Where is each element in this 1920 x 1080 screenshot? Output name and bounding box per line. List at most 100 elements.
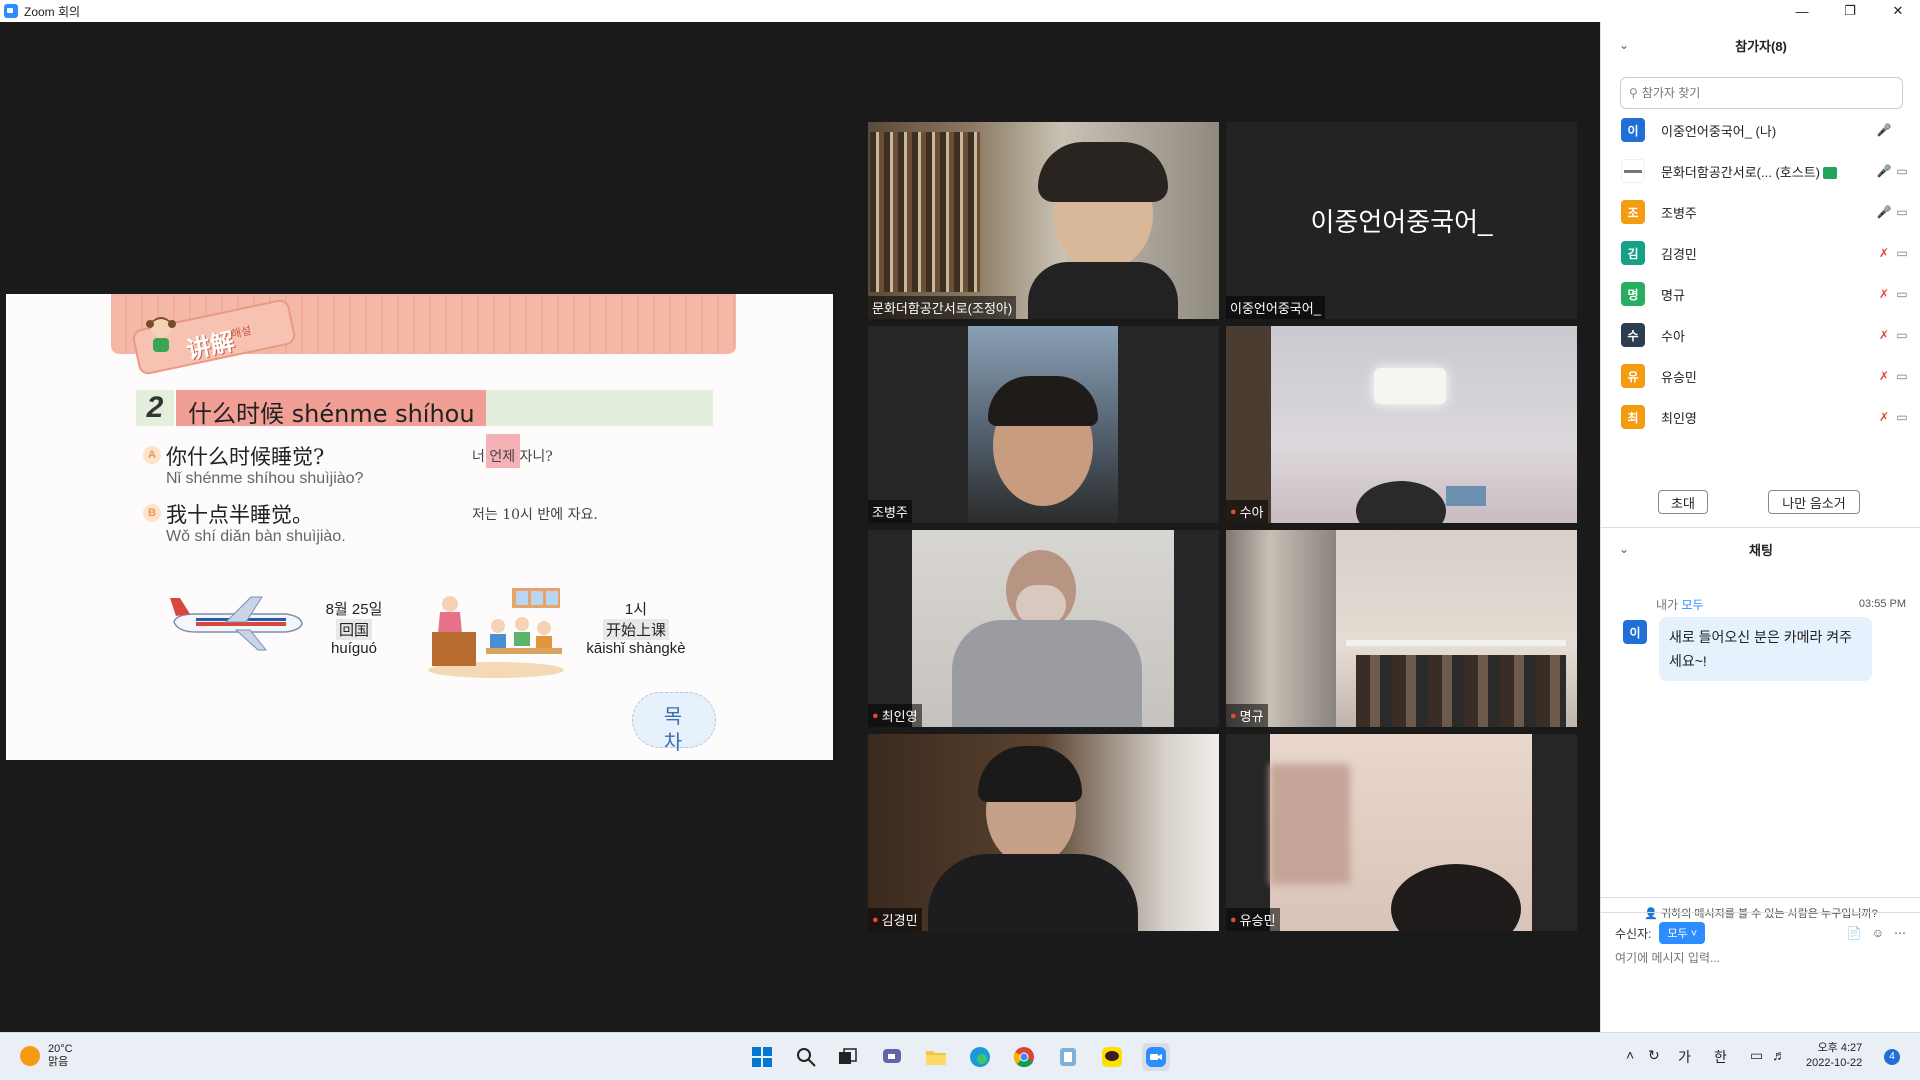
task-view-button[interactable] <box>834 1043 862 1071</box>
avatar: 조 <box>1621 200 1645 224</box>
video-off-icon[interactable]: ▭ <box>1893 367 1911 385</box>
mic-muted-icon: ● <box>872 709 879 722</box>
video-tile[interactable]: ● 수아 <box>1226 326 1577 523</box>
start-button[interactable] <box>748 1043 776 1071</box>
sentence-a-chinese: 你什么时候睡觉? <box>166 445 325 469</box>
mic-muted-icon[interactable]: ✗ <box>1875 244 1893 262</box>
video-off-icon[interactable]: ▭ <box>1893 203 1911 221</box>
invite-button[interactable]: 초대 <box>1658 490 1708 514</box>
search-icon <box>797 1048 816 1067</box>
chrome-button[interactable] <box>1010 1043 1038 1071</box>
participant-body <box>952 620 1142 727</box>
video-tile[interactable]: ● 명규 <box>1226 530 1577 727</box>
restore-button[interactable]: ❐ <box>1830 0 1870 22</box>
file-icon[interactable]: 📄 <box>1847 926 1862 940</box>
monitor-icon[interactable]: ▭ <box>1750 1047 1763 1064</box>
chrome-icon <box>1013 1047 1034 1068</box>
app-button[interactable] <box>1054 1043 1082 1071</box>
kakaotalk-icon <box>1102 1047 1122 1067</box>
participant-body <box>1028 262 1178 319</box>
video-tile[interactable]: ● 유승민 <box>1226 734 1577 931</box>
badge-b: B <box>143 504 161 522</box>
video-tile[interactable]: ● 최인영 <box>868 530 1219 727</box>
participant-search-input[interactable] <box>1641 86 1892 100</box>
tile-name-label: ● 유승민 <box>1226 908 1280 931</box>
participant-row[interactable]: 명 명규 ✗ ▭ <box>1621 281 1911 307</box>
ime-ga[interactable]: 가 <box>1678 1047 1691 1067</box>
participant-row[interactable]: 조 조병주 🎤 ▭ <box>1621 199 1911 225</box>
chat-recipient-link[interactable]: 모두 <box>1681 598 1703 612</box>
chat-sender: 내가 <box>1656 598 1679 612</box>
meeting-stage: 讲解 해설 2 什么时候 shénme shíhou A 你什么时候睡觉? Nǐ… <box>0 22 1600 1032</box>
mute-me-button[interactable]: 나만 음소거 <box>1768 490 1860 514</box>
classroom-icon <box>428 588 564 678</box>
airplane-icon <box>170 596 303 651</box>
speaker-icon[interactable]: ♬ <box>1772 1047 1786 1063</box>
weather-temp: 20°C <box>48 1043 73 1055</box>
participant-row[interactable]: 유 유승민 ✗ ▭ <box>1621 363 1911 389</box>
participant-name: 문화더함공간서로(... (호스트) <box>1661 162 1875 181</box>
blurred-object <box>1270 764 1350 884</box>
participant-name: 김경민 <box>1661 246 1697 262</box>
participant-body <box>928 854 1138 931</box>
video-tile[interactable]: 이중언어중국어_ 이중언어중국어_ <box>1226 122 1577 319</box>
sync-icon[interactable]: ↻ <box>1648 1047 1660 1064</box>
clock[interactable]: 오후 4:27 2022-10-22 <box>1806 1041 1862 1071</box>
emoji-icon[interactable]: ☺ <box>1872 926 1884 940</box>
mic-icon[interactable]: 🎤 <box>1875 162 1893 180</box>
participant-name: 수아 <box>1661 328 1685 344</box>
mic-muted-icon[interactable]: ✗ <box>1875 408 1893 426</box>
participant-name: 조병주 <box>1661 205 1697 221</box>
mic-icon[interactable]: 🎤 <box>1875 121 1893 139</box>
recipient-select[interactable]: 모두 ˅ <box>1659 922 1706 944</box>
participant-search[interactable]: ⚲ <box>1620 77 1903 109</box>
windows-logo-icon <box>752 1047 772 1067</box>
video-off-icon[interactable]: ▭ <box>1893 285 1911 303</box>
face-mask <box>1016 585 1066 625</box>
mic-muted-icon[interactable]: ✗ <box>1875 285 1893 303</box>
participant-name: 유승민 <box>1661 369 1697 385</box>
kakaotalk-button[interactable] <box>1098 1043 1126 1071</box>
weather-widget[interactable]: 20°C 맑음 <box>20 1043 73 1069</box>
ime-han[interactable]: 한 <box>1714 1047 1727 1067</box>
minimize-button[interactable]: — <box>1782 0 1822 22</box>
zoom-taskbar-button[interactable] <box>1142 1043 1170 1071</box>
close-button[interactable]: ✕ <box>1878 0 1918 22</box>
mic-muted-icon[interactable]: ✗ <box>1875 367 1893 385</box>
mic-icon[interactable]: 🎤 <box>1875 203 1893 221</box>
participant-row[interactable]: 문화더함공간서로(... (호스트) 🎤 ▭ <box>1621 158 1911 184</box>
folder-icon <box>926 1051 946 1065</box>
avatar <box>1621 159 1645 183</box>
video-off-icon[interactable]: ▭ <box>1893 162 1911 180</box>
video-off-icon[interactable]: ▭ <box>1893 326 1911 344</box>
chat-icon <box>883 1049 901 1063</box>
video-tile[interactable]: 문화더함공간서로(조정아) <box>868 122 1219 319</box>
avatar: 명 <box>1621 282 1645 306</box>
search-button[interactable] <box>792 1043 820 1071</box>
notification-badge[interactable]: 4 <box>1884 1049 1900 1065</box>
chat-tools: 📄 ☺ ⋯ <box>1847 926 1906 940</box>
chat-message-bubble: 새로 들어오신 분은 카메라 켜주세요~! <box>1659 617 1872 681</box>
image2-time: 1시 <box>624 601 648 618</box>
teams-chat-button[interactable] <box>878 1043 906 1071</box>
edge-button[interactable] <box>966 1043 994 1071</box>
avatar: 최 <box>1621 405 1645 429</box>
participant-row[interactable]: 수 수아 ✗ ▭ <box>1621 322 1911 348</box>
chevron-up-icon[interactable]: ˄ <box>1626 1047 1634 1063</box>
who-can-see-link[interactable]: 👤 귀하의 메시지를 볼 수 있는 사람은 누구입니까? <box>1601 905 1920 921</box>
file-explorer-button[interactable] <box>922 1043 950 1071</box>
mic-muted-icon: ● <box>872 913 879 926</box>
search-icon: ⚲ <box>1629 86 1638 100</box>
video-tile[interactable]: ● 김경민 <box>868 734 1219 931</box>
video-off-icon[interactable]: ▭ <box>1893 408 1911 426</box>
more-icon[interactable]: ⋯ <box>1894 926 1906 940</box>
video-off-icon[interactable]: ▭ <box>1893 244 1911 262</box>
toc-cloud-label[interactable]: 목차 <box>658 704 688 756</box>
chat-message-input[interactable] <box>1615 951 1895 965</box>
participant-row[interactable]: 김 김경민 ✗ ▭ <box>1621 240 1911 266</box>
title-bar: Zoom 회의 — ❐ ✕ <box>0 0 1920 22</box>
video-tile-active-speaker[interactable]: 조병주 <box>868 326 1219 523</box>
participant-row[interactable]: 최 최인영 ✗ ▭ <box>1621 404 1911 430</box>
mic-muted-icon[interactable]: ✗ <box>1875 326 1893 344</box>
participant-row[interactable]: 이 이중언어중국어_ (나) 🎤 <box>1621 117 1911 143</box>
